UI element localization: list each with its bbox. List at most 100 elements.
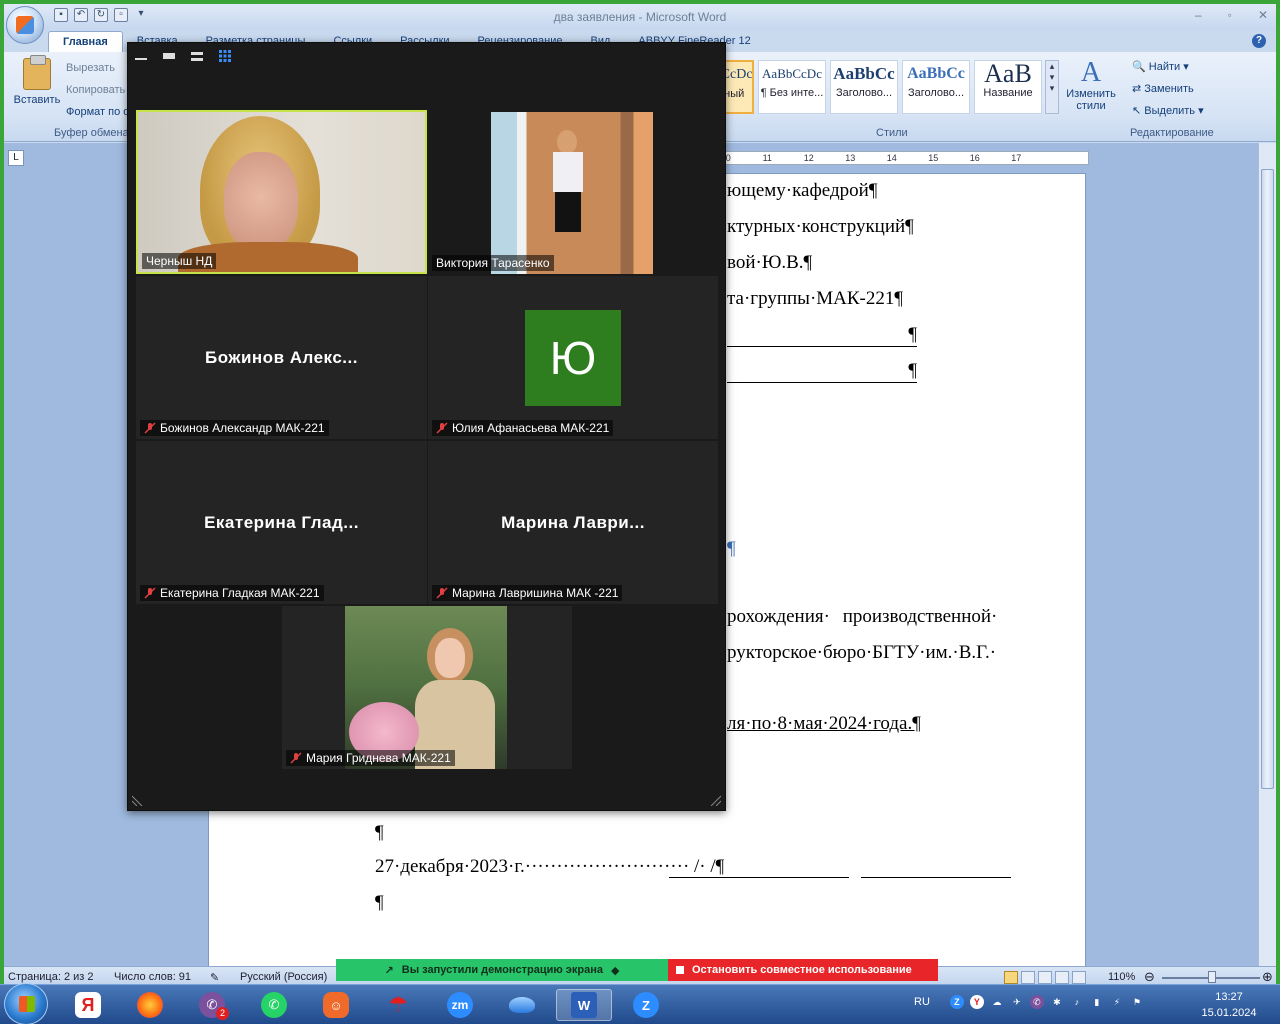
share-message: Вы запустили демонстрацию экрана bbox=[401, 964, 603, 976]
participant-video-tile[interactable]: Божинов Алекс... Божинов Александр МАК-2… bbox=[136, 276, 427, 439]
office-button[interactable] bbox=[6, 6, 44, 44]
tab-selector[interactable]: L bbox=[8, 150, 24, 166]
power-tray-icon[interactable]: ⚡ bbox=[1110, 995, 1124, 1009]
participant-video-tile[interactable]: Мария Гриднева МАК-221 bbox=[282, 606, 572, 769]
thumbnail-view-icon[interactable] bbox=[162, 49, 176, 63]
vertical-scrollbar[interactable] bbox=[1258, 143, 1276, 966]
flag-tray-icon[interactable]: ⚑ bbox=[1130, 995, 1144, 1009]
participant-video-tile[interactable]: Марина Лаври... Марина Лавришина МАК -22… bbox=[428, 441, 718, 604]
zoom-slider-thumb[interactable] bbox=[1208, 971, 1216, 983]
draft-icon[interactable] bbox=[1072, 971, 1086, 984]
resize-handle-left[interactable] bbox=[131, 794, 144, 807]
change-styles-button[interactable]: A Изменить стили bbox=[1062, 58, 1120, 113]
word-app[interactable]: W bbox=[556, 989, 612, 1021]
umbrella-app[interactable]: ☂ bbox=[370, 989, 426, 1021]
pin-icon[interactable]: ↗ bbox=[385, 964, 394, 977]
style-title[interactable]: AaB Название bbox=[974, 60, 1042, 114]
participant-video-tile[interactable]: Екатерина Глад... Екатерина Гладкая МАК-… bbox=[136, 441, 427, 604]
ufo-app[interactable] bbox=[494, 989, 550, 1021]
select-button[interactable]: ↖ Выделить ▾ bbox=[1132, 102, 1204, 124]
replace-button[interactable]: ⇄ Заменить bbox=[1132, 80, 1204, 102]
participant-name: Божинов Александр МАК-221 bbox=[140, 420, 329, 436]
full-screen-icon[interactable] bbox=[1021, 971, 1035, 984]
minimize-icon[interactable]: – bbox=[1195, 8, 1202, 22]
cut-button[interactable]: Вырезать bbox=[66, 62, 115, 74]
onedrive-tray-icon[interactable]: ☁ bbox=[990, 995, 1004, 1009]
viber-tray-icon[interactable]: ✆ bbox=[1029, 995, 1044, 1009]
tab-home[interactable]: Главная bbox=[48, 31, 123, 53]
print-layout-icon[interactable] bbox=[1004, 971, 1018, 984]
horizontal-ruler[interactable]: 1011121314151617 bbox=[704, 151, 1089, 165]
outline-icon[interactable] bbox=[1055, 971, 1069, 984]
editing-group-label: Редактирование bbox=[1130, 127, 1214, 139]
zoom-gallery-window[interactable]: Черныш НД Виктория Тарасенко Божинов Але… bbox=[127, 42, 726, 811]
editing-group: 🔍 Найти ▾ ⇄ Заменить ↖ Выделить ▾ bbox=[1132, 58, 1204, 124]
minimize-icon[interactable] bbox=[134, 49, 148, 63]
style-heading-2[interactable]: AaBbCc Заголово... bbox=[902, 60, 970, 114]
participant-display-name: Екатерина Глад... bbox=[204, 513, 359, 532]
stop-share-button[interactable]: Остановить совместное использование bbox=[668, 959, 938, 981]
styles-scroll[interactable]: ▴ ▾ ▾ bbox=[1045, 60, 1059, 114]
participant-avatar: Ю bbox=[525, 310, 621, 406]
style-sample: AaBbCcDc bbox=[762, 66, 822, 81]
participant-video-tile[interactable]: Виктория Тарасенко bbox=[428, 110, 718, 274]
paste-label: Вставить bbox=[13, 94, 61, 106]
video-feed bbox=[491, 112, 653, 274]
participant-face bbox=[435, 638, 465, 678]
zoom-view-toolbar bbox=[134, 49, 232, 63]
zoom-level[interactable]: 110% bbox=[1108, 971, 1135, 983]
start-button[interactable] bbox=[4, 983, 48, 1024]
doc-line: вой·Ю.В.¶ bbox=[727, 252, 813, 273]
speaker-tray-icon[interactable]: ♪ bbox=[1070, 995, 1084, 1009]
window-title: два заявления - Microsoft Word bbox=[553, 10, 727, 24]
help-icon[interactable]: ? bbox=[1252, 34, 1266, 48]
firefox-app[interactable] bbox=[122, 989, 178, 1021]
system-clock[interactable]: 13:27 15.01.2024 bbox=[1196, 989, 1262, 1021]
style-heading-1[interactable]: AaBbCc Заголово... bbox=[830, 60, 898, 114]
speaker-view-icon[interactable] bbox=[190, 49, 204, 63]
viber-app[interactable]: ✆ 2 bbox=[184, 989, 240, 1021]
participant-name-text: Виктория Тарасенко bbox=[436, 256, 550, 270]
paste-button[interactable]: Вставить bbox=[12, 55, 62, 106]
signal-tray-icon[interactable]: ▮ bbox=[1090, 995, 1104, 1009]
find-button[interactable]: 🔍 Найти ▾ bbox=[1132, 58, 1204, 80]
zoom-app[interactable]: Z bbox=[618, 989, 674, 1021]
web-layout-icon[interactable] bbox=[1038, 971, 1052, 984]
proofing-icon[interactable]: ✎ bbox=[210, 971, 219, 984]
word-count[interactable]: Число слов: 91 bbox=[114, 971, 191, 983]
yandex-browser-app[interactable]: Я bbox=[60, 989, 116, 1021]
video-feed bbox=[345, 606, 507, 769]
yandex-tray-icon[interactable]: Y bbox=[969, 995, 984, 1009]
bluetooth-tray-icon[interactable]: ✱ bbox=[1050, 995, 1064, 1009]
language[interactable]: Русский (Россия) bbox=[240, 971, 327, 983]
participant-video-tile[interactable]: Черныш НД bbox=[136, 110, 427, 274]
participant-name-text: Божинов Александр МАК-221 bbox=[160, 421, 325, 435]
participant-name-text: Марина Лавришина МАК -221 bbox=[452, 586, 619, 600]
clock-time: 13:27 bbox=[1215, 991, 1243, 1003]
ufo-icon bbox=[509, 997, 535, 1013]
maximize-icon[interactable]: ◦ bbox=[1228, 8, 1232, 22]
resize-handle-right[interactable] bbox=[709, 794, 722, 807]
zoom-tray-icon[interactable]: Z bbox=[949, 995, 964, 1009]
copy-button[interactable]: Копировать bbox=[66, 84, 125, 96]
close-icon[interactable]: ✕ bbox=[1258, 8, 1268, 22]
zoom-meeting-app[interactable]: zm bbox=[432, 989, 488, 1021]
zoom-in-icon[interactable]: ⊕ bbox=[1262, 969, 1273, 985]
zoom-out-icon[interactable]: ⊖ bbox=[1144, 969, 1155, 985]
ok-app[interactable]: ☺ bbox=[308, 989, 364, 1021]
network-tray-icon[interactable]: ✈ bbox=[1010, 995, 1024, 1009]
style-no-spacing[interactable]: AaBbCcDc ¶ Без инте... bbox=[758, 60, 826, 114]
participant-name: Черныш НД bbox=[142, 253, 217, 269]
taskbar: Я ✆ 2 ✆ ☺ ☂ zm W Z RU Z Y ☁ ✈ ✆ ✱ ♪ ▮ ⚡ ⚑… bbox=[0, 983, 1280, 1024]
whatsapp-app[interactable]: ✆ bbox=[246, 989, 302, 1021]
participant-head bbox=[557, 130, 577, 154]
clipboard-group-label: Буфер обмена bbox=[54, 127, 129, 139]
scrollbar-thumb[interactable] bbox=[1261, 169, 1274, 789]
participant-video-tile[interactable]: Ю Юлия Афанасьева МАК-221 bbox=[428, 276, 718, 439]
gallery-view-icon[interactable] bbox=[218, 49, 232, 63]
participant-name: Юлия Афанасьева МАК-221 bbox=[432, 420, 614, 436]
page-count[interactable]: Страница: 2 из 2 bbox=[8, 971, 94, 983]
window-controls: – ◦ ✕ bbox=[1195, 8, 1268, 22]
doc-line: ющему·кафедрой¶ bbox=[727, 180, 878, 201]
input-language[interactable]: RU bbox=[914, 996, 930, 1008]
